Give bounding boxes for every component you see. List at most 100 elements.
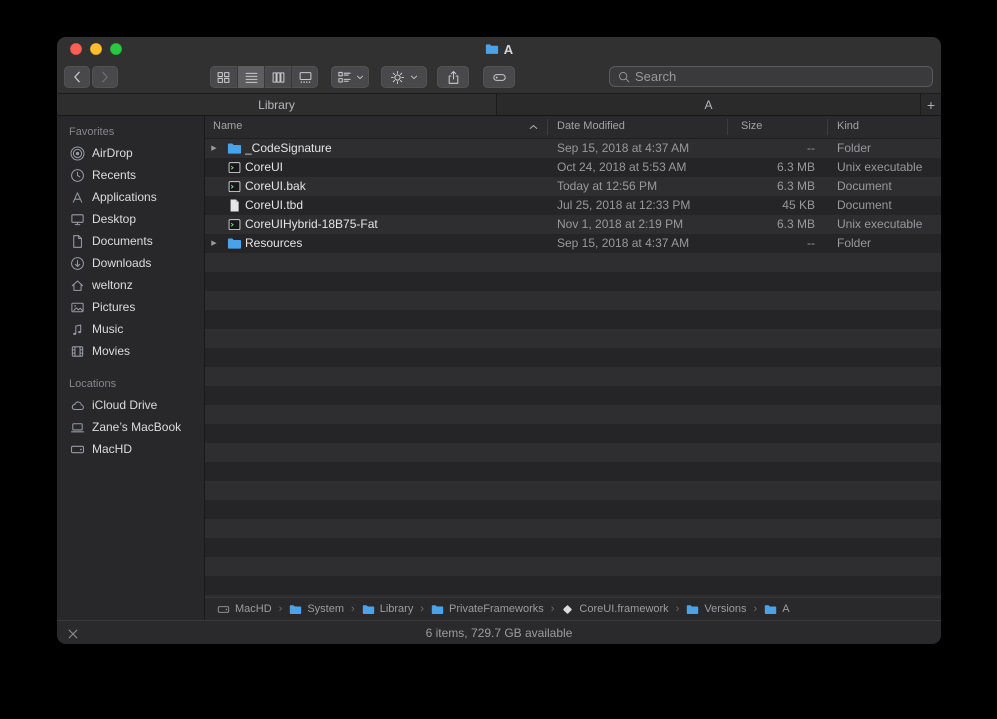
search-input[interactable] xyxy=(635,69,924,84)
sidebar-item-movies[interactable]: Movies xyxy=(57,340,204,362)
column-divider[interactable] xyxy=(727,119,728,135)
grid-view-icon xyxy=(216,71,231,84)
folder-icon xyxy=(431,603,444,616)
path-separator: › xyxy=(420,603,424,615)
page-title: A xyxy=(504,42,513,57)
sidebar-item-pictures[interactable]: Pictures xyxy=(57,296,204,318)
sidebar-item-recents[interactable]: Recents xyxy=(57,164,204,186)
group-button[interactable] xyxy=(331,66,369,88)
table-row[interactable]: ▶ Resources Sep 15, 2018 at 4:37 AM -- F… xyxy=(205,234,941,253)
file-name: _CodeSignature xyxy=(245,139,547,158)
back-button[interactable] xyxy=(64,66,90,88)
search-field[interactable] xyxy=(609,66,933,87)
disclosure-triangle[interactable]: ▶ xyxy=(205,234,223,253)
list-view-button[interactable] xyxy=(237,66,264,88)
path-separator: › xyxy=(279,603,283,615)
sidebar-item-desktop[interactable]: Desktop xyxy=(57,208,204,230)
list-view-icon xyxy=(244,71,259,84)
documents-icon xyxy=(70,234,85,249)
downloads-icon xyxy=(70,256,85,271)
status-text: 6 items, 729.7 GB available xyxy=(426,626,573,640)
file-size: 6.3 MB xyxy=(727,215,827,234)
table-row[interactable]: CoreUI.tbd Jul 25, 2018 at 12:33 PM 45 K… xyxy=(205,196,941,215)
sidebar-item-applications[interactable]: Applications xyxy=(57,186,204,208)
sidebar-item-icloud-drive[interactable]: iCloud Drive xyxy=(57,394,204,416)
airdrop-icon xyxy=(70,146,85,161)
search-icon xyxy=(618,71,630,83)
table-row[interactable]: CoreUI Oct 24, 2018 at 5:53 AM 6.3 MB Un… xyxy=(205,158,941,177)
executable-icon xyxy=(223,158,245,177)
file-kind: Folder xyxy=(827,139,941,158)
forward-button[interactable] xyxy=(92,66,118,88)
file-size: -- xyxy=(727,139,827,158)
movies-icon xyxy=(70,344,85,359)
file-size: 6.3 MB xyxy=(727,177,827,196)
sidebar-item-home[interactable]: weltonz xyxy=(57,274,204,296)
applications-icon xyxy=(70,190,85,205)
table-row[interactable]: CoreUI.bak Today at 12:56 PM 6.3 MB Docu… xyxy=(205,177,941,196)
file-size: 45 KB xyxy=(727,196,827,215)
framework-icon xyxy=(561,603,574,616)
sidebar-item-airdrop[interactable]: AirDrop xyxy=(57,142,204,164)
share-icon xyxy=(446,70,461,85)
path-item-machd[interactable]: MacHD xyxy=(217,603,272,616)
path-item-coreui-framework[interactable]: CoreUI.framework xyxy=(561,603,668,616)
title-bar[interactable]: A xyxy=(57,37,941,61)
path-item-a[interactable]: A xyxy=(764,603,789,616)
folder-icon xyxy=(223,234,245,253)
gallery-view-button[interactable] xyxy=(291,66,318,88)
path-item-library[interactable]: Library xyxy=(362,603,414,616)
file-date: Oct 24, 2018 at 5:53 AM xyxy=(547,158,727,177)
sidebar-section-favorites: Favorites xyxy=(57,124,204,142)
folder-icon xyxy=(362,603,375,616)
sidebar: Favorites AirDrop Recents Applications D… xyxy=(57,116,205,620)
table-row[interactable]: CoreUIHybrid-18B75-Fat Nov 1, 2018 at 2:… xyxy=(205,215,941,234)
path-separator: › xyxy=(351,603,355,615)
tab-library[interactable]: Library xyxy=(57,94,497,115)
window-title-area: A xyxy=(57,37,941,61)
column-divider[interactable] xyxy=(827,119,828,135)
column-header-name[interactable]: Name xyxy=(213,120,242,132)
view-mode-segmented-control xyxy=(210,66,318,88)
file-size: -- xyxy=(727,234,827,253)
file-name: Resources xyxy=(245,234,547,253)
new-tab-button[interactable]: + xyxy=(920,94,941,115)
chevron-down-icon xyxy=(410,75,418,80)
column-header-kind[interactable]: Kind xyxy=(837,120,859,132)
folder-icon xyxy=(223,139,245,158)
disclosure-triangle[interactable]: ▶ xyxy=(205,139,223,158)
path-item-versions[interactable]: Versions xyxy=(686,603,746,616)
column-view-icon xyxy=(271,71,286,84)
file-name: CoreUI.bak xyxy=(245,177,547,196)
column-header-date-modified[interactable]: Date Modified xyxy=(557,120,625,132)
sidebar-item-documents[interactable]: Documents xyxy=(57,230,204,252)
tab-bar: Library A + xyxy=(57,93,941,116)
group-icon xyxy=(337,70,352,85)
tab-a[interactable]: A xyxy=(497,94,920,115)
list-column-headers: Name Date Modified Size Kind xyxy=(205,116,941,139)
path-item-privateframeworks[interactable]: PrivateFrameworks xyxy=(431,603,544,616)
sidebar-item-machd[interactable]: MacHD xyxy=(57,438,204,460)
sidebar-item-macbook[interactable]: Zane’s MacBook xyxy=(57,416,204,438)
column-header-size[interactable]: Size xyxy=(741,120,762,132)
tag-button[interactable] xyxy=(483,66,515,88)
column-view-button[interactable] xyxy=(264,66,291,88)
executable-icon xyxy=(223,177,245,196)
sidebar-item-downloads[interactable]: Downloads xyxy=(57,252,204,274)
sidebar-item-music[interactable]: Music xyxy=(57,318,204,340)
tag-icon xyxy=(492,70,507,85)
action-button[interactable] xyxy=(381,66,427,88)
path-bar: MacHD › System › Library › PrivateFramew… xyxy=(205,597,941,620)
gallery-view-icon xyxy=(298,71,313,84)
x-mark-icon xyxy=(67,627,79,639)
path-item-system[interactable]: System xyxy=(289,603,344,616)
gear-icon xyxy=(390,70,405,85)
file-kind: Document xyxy=(827,177,941,196)
pictures-icon xyxy=(70,300,85,315)
icon-view-button[interactable] xyxy=(210,66,237,88)
laptop-icon xyxy=(70,420,85,435)
share-button[interactable] xyxy=(437,66,469,88)
column-divider[interactable] xyxy=(547,119,548,135)
sort-ascending-icon xyxy=(529,124,538,130)
table-row[interactable]: ▶ _CodeSignature Sep 15, 2018 at 4:37 AM… xyxy=(205,139,941,158)
